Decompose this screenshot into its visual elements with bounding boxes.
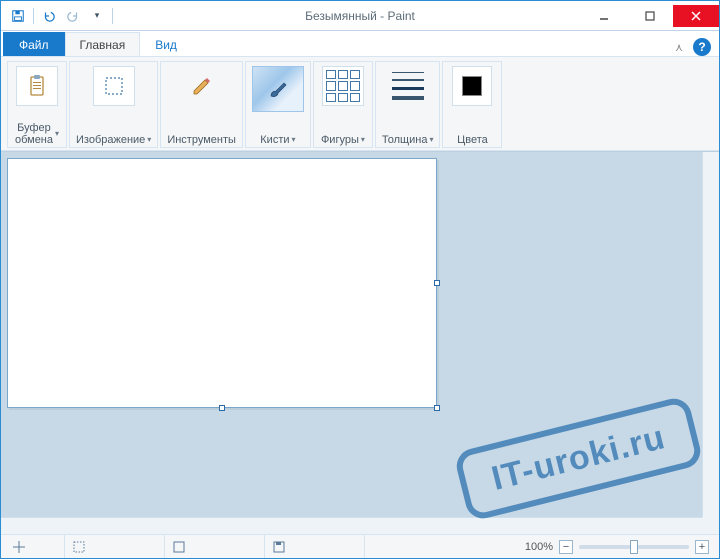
vertical-scrollbar[interactable] [702, 152, 719, 517]
clipboard-group[interactable]: Буфер обмена▾ [7, 61, 67, 148]
canvas-area: IT-uroki.ru [1, 151, 719, 534]
resize-handle-corner[interactable] [434, 405, 440, 411]
brushes-group[interactable]: Кисти▾ [245, 61, 311, 148]
tools-group[interactable]: Инструменты [160, 61, 243, 148]
brushes-label: Кисти▾ [260, 134, 295, 146]
view-tab[interactable]: Вид [140, 32, 192, 56]
brush-icon[interactable] [252, 66, 304, 112]
image-group[interactable]: Изображение▾ [69, 61, 158, 148]
canvas-size-icon [173, 541, 185, 553]
file-size [265, 535, 365, 558]
undo-icon[interactable] [38, 5, 60, 27]
size-label: Толщина▾ [382, 134, 434, 146]
size-group[interactable]: Толщина▾ [375, 61, 441, 148]
image-label: Изображение▾ [76, 134, 151, 146]
qat-separator-2 [112, 8, 113, 24]
size-icon[interactable] [388, 66, 428, 106]
zoom-out-button[interactable]: − [559, 540, 573, 554]
shapes-label: Фигуры▾ [321, 134, 365, 146]
resize-handle-bottom[interactable] [219, 405, 225, 411]
quick-access-toolbar: ▾ [1, 5, 115, 27]
help-icon[interactable]: ? [693, 38, 711, 56]
save-icon[interactable] [7, 5, 29, 27]
select-icon[interactable] [93, 66, 135, 106]
home-tab[interactable]: Главная [65, 32, 141, 56]
watermark-stamp: IT-uroki.ru [453, 395, 704, 522]
color-swatch-icon[interactable] [452, 66, 492, 106]
redo-icon[interactable] [62, 5, 84, 27]
shapes-group[interactable]: Фигуры▾ [313, 61, 373, 148]
zoom-controls: 100% − + [525, 540, 715, 554]
zoom-slider-thumb[interactable] [630, 540, 638, 554]
colors-group[interactable]: Цвета [442, 61, 502, 148]
horizontal-scrollbar[interactable] [1, 517, 702, 534]
zoom-in-button[interactable]: + [695, 540, 709, 554]
titlebar: ▾ Безымянный - Paint [1, 1, 719, 31]
qat-separator [33, 8, 34, 24]
selection-size [65, 535, 165, 558]
tools-label: Инструменты [167, 134, 236, 146]
scroll-corner [702, 517, 719, 534]
pencil-icon[interactable] [181, 66, 223, 106]
window-controls [581, 5, 719, 27]
crosshair-icon [13, 541, 25, 553]
disk-icon [273, 541, 285, 553]
qat-customize-icon[interactable]: ▾ [86, 5, 108, 27]
zoom-label: 100% [525, 541, 553, 553]
selection-size-icon [73, 541, 85, 553]
shapes-gallery-icon[interactable] [322, 66, 364, 106]
minimize-ribbon-icon[interactable]: ⋏ [675, 41, 683, 54]
minimize-button[interactable] [581, 5, 627, 27]
maximize-button[interactable] [627, 5, 673, 27]
cursor-position [5, 535, 65, 558]
canvas-size [165, 535, 265, 558]
canvas[interactable] [7, 158, 437, 408]
ribbon-tabs: Файл Главная Вид ⋏ ? [1, 31, 719, 57]
colors-label: Цвета [457, 134, 488, 146]
resize-handle-right[interactable] [434, 280, 440, 286]
zoom-slider[interactable] [579, 545, 689, 549]
paint-window: ▾ Безымянный - Paint Файл Главная Вид ⋏ … [0, 0, 720, 559]
clipboard-label: Буфер обмена▾ [15, 122, 59, 146]
ribbon: Буфер обмена▾ Изображение▾ Инструменты К… [1, 57, 719, 151]
file-tab[interactable]: Файл [3, 32, 65, 56]
statusbar: 100% − + [1, 534, 719, 558]
close-button[interactable] [673, 5, 719, 27]
paste-icon[interactable] [16, 66, 58, 106]
